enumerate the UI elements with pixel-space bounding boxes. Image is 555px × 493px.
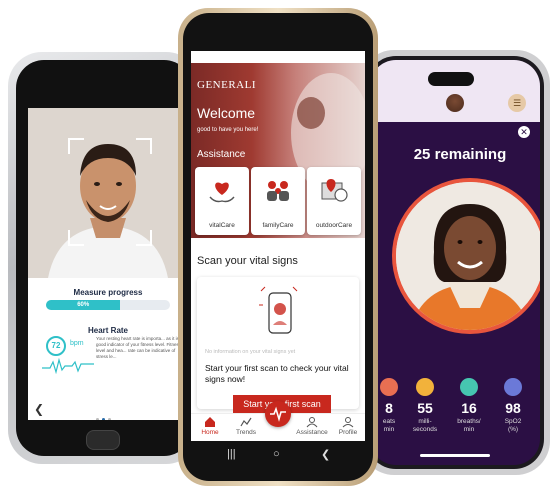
face-scan-ring <box>392 178 540 334</box>
right-phone: ☰ ✕ 25 remaining 8 eats min 55 milli- secon… <box>360 50 550 475</box>
generali-logo: GENERALI <box>197 79 256 91</box>
welcome-title: Welcome <box>197 105 256 121</box>
scan-description: Start your first scan to check your vita… <box>205 363 349 384</box>
heart-rate-description: Your resting heart rate is importa... as… <box>96 336 183 359</box>
familycare-card[interactable]: familyCare <box>251 167 305 235</box>
nav-assistance[interactable]: Assistance <box>295 416 329 436</box>
stat-icon <box>380 378 398 396</box>
nav-label: Assistance <box>296 429 328 436</box>
heart-hands-icon <box>209 182 235 203</box>
status-bar: 09:54 ▣ ✈ ◔ ▮ <box>195 51 361 63</box>
bpm-unit: bpm <box>70 340 84 347</box>
scan-vitals-title: Scan your vital signs <box>197 255 298 267</box>
measure-progress-title: Measure progress <box>73 288 143 297</box>
page-dot[interactable] <box>108 418 111 420</box>
home-icon <box>205 417 215 427</box>
center-phone-body: GENERALI Welcome good to have you here! … <box>183 13 373 481</box>
android-navigation-bar: ||| ○ ❮ <box>191 441 365 471</box>
dynamic-island <box>428 72 474 86</box>
assistance-icon <box>306 417 318 428</box>
back-icon[interactable]: ❮ <box>321 448 330 461</box>
stat-value: 98 <box>505 400 521 416</box>
scan-fab-button[interactable] <box>265 401 291 427</box>
hardware-home-button[interactable] <box>86 430 120 450</box>
card-label: outdoorCare <box>315 222 353 229</box>
face-scan-photo <box>28 108 188 278</box>
stat-icon <box>504 378 522 396</box>
woman-portrait <box>396 182 540 330</box>
left-phone-screen: Measure progress 60% Heart Rate 72 bpm Y… <box>28 108 188 420</box>
avatar[interactable] <box>446 94 464 112</box>
stat-label: milli- seconds <box>412 418 438 433</box>
welcome-subtitle: good to have you here! <box>197 127 259 133</box>
stat-icon <box>460 378 478 396</box>
bpm-value: 72 <box>46 336 66 356</box>
progress-fill: 60% <box>46 300 121 310</box>
heartbeat-wave-icon <box>42 358 94 374</box>
profile-icon <box>342 417 354 428</box>
remaining-counter: 25 remaining <box>413 146 507 163</box>
face-frame <box>68 138 152 246</box>
nav-home[interactable]: Home <box>193 416 227 436</box>
page-dot-active[interactable] <box>102 418 105 420</box>
stat-label: breaths/ min <box>457 418 481 433</box>
trends-icon <box>240 417 252 427</box>
card-label: familyCare <box>262 222 294 229</box>
card-label: vitalCare <box>209 222 235 229</box>
scan-panel: No information on your vital signs yet S… <box>197 277 359 413</box>
heart-rate-title: Heart Rate <box>87 326 128 335</box>
right-phone-body: ☰ ✕ 25 remaining 8 eats min 55 milli- secon… <box>366 56 544 469</box>
left-phone: Measure progress 60% Heart Rate 72 bpm Y… <box>8 52 200 464</box>
nav-trends[interactable]: Trends <box>229 416 263 436</box>
stat-icon <box>416 378 434 396</box>
stat-value: 55 <box>417 400 433 416</box>
home-indicator <box>420 454 490 457</box>
vitalcare-card[interactable]: vitalCare <box>195 167 249 235</box>
menu-icon[interactable]: ☰ <box>508 94 526 112</box>
phone-selfie-illustration <box>259 286 298 334</box>
no-info-text: No information on your vital signs yet <box>205 349 296 355</box>
stat-value: 16 <box>461 400 477 416</box>
back-arrow-icon[interactable]: ❮ <box>34 402 44 416</box>
stat-label: SpO2 (%) <box>504 418 522 433</box>
status-icons: ▣ ✈ ◔ ▮ <box>323 53 357 60</box>
center-phone-screen: GENERALI Welcome good to have you here! … <box>191 51 365 441</box>
nav-label: Trends <box>236 429 256 436</box>
right-phone-screen: ☰ ✕ 25 remaining 8 eats min 55 milli- secon… <box>370 60 540 465</box>
page-dot[interactable] <box>96 418 99 420</box>
frame-corner <box>136 138 152 154</box>
status-time: 09:54 <box>199 52 217 59</box>
center-phone: GENERALI Welcome good to have you here! … <box>178 8 378 486</box>
nav-label: Profile <box>338 429 358 436</box>
progress-bar: 60% <box>46 300 170 310</box>
assistance-title: Assistance <box>197 149 246 160</box>
frame-corner <box>136 230 152 246</box>
family-icon <box>267 181 289 201</box>
outdoorcare-card[interactable]: outdoorCare <box>307 167 361 235</box>
pulse-icon <box>270 406 286 422</box>
frame-corner <box>68 230 84 246</box>
home-circle-icon[interactable]: ○ <box>273 448 280 460</box>
left-phone-body: Measure progress 60% Heart Rate 72 bpm Y… <box>16 60 192 456</box>
nav-profile[interactable]: Profile <box>331 416 365 436</box>
close-icon[interactable]: ✕ <box>518 126 530 138</box>
page-dots <box>96 408 114 420</box>
map-pin-compass-icon <box>321 179 348 202</box>
recents-icon[interactable]: ||| <box>227 448 236 460</box>
right-header: ☰ <box>370 60 540 122</box>
pager: ❮ <box>28 400 188 420</box>
frame-corner <box>68 138 84 154</box>
nav-label: Home <box>201 429 219 436</box>
